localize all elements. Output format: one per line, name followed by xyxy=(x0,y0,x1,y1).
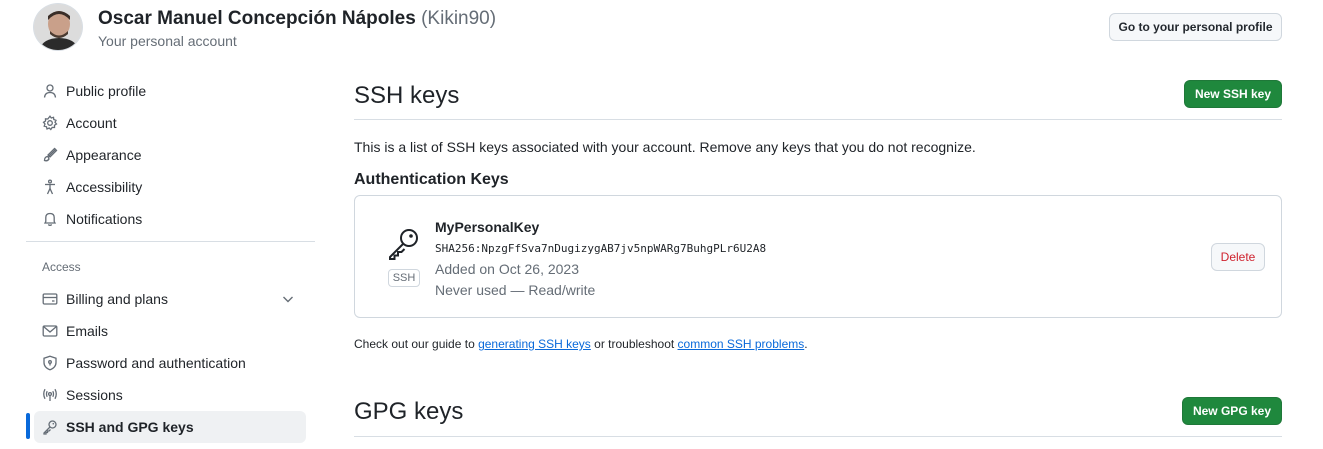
ssh-key-added-date: Added on Oct 26, 2023 xyxy=(435,261,579,277)
paintbrush-icon xyxy=(42,147,58,163)
bell-icon xyxy=(42,211,58,227)
gpg-keys-title: GPG keys xyxy=(354,398,464,425)
key-icon xyxy=(42,419,58,435)
ssh-key-name: MyPersonalKey xyxy=(435,219,540,235)
sidebar-item-label: Accessibility xyxy=(66,179,143,195)
guide-middle: or troubleshoot xyxy=(590,337,678,351)
new-gpg-key-button[interactable]: New GPG key xyxy=(1182,397,1282,425)
sidebar-item-accessibility[interactable]: Accessibility xyxy=(34,171,306,203)
go-to-profile-button[interactable]: Go to your personal profile xyxy=(1109,13,1282,41)
shield-lock-icon xyxy=(42,355,58,371)
account-subtitle: Your personal account xyxy=(98,33,237,49)
user-full-name: Oscar Manuel Concepción Nápoles xyxy=(98,8,416,29)
gear-icon xyxy=(42,115,58,131)
sidebar-item-account[interactable]: Account xyxy=(34,107,306,139)
person-icon xyxy=(42,83,58,99)
delete-ssh-key-button[interactable]: Delete xyxy=(1211,243,1265,271)
sidebar-item-label: Billing and plans xyxy=(66,291,168,307)
sidebar-item-emails[interactable]: Emails xyxy=(34,315,306,347)
authentication-keys-heading: Authentication Keys xyxy=(354,171,509,188)
ssh-description: This is a list of SSH keys associated wi… xyxy=(354,139,976,155)
sidebar-item-password-authentication[interactable]: Password and authentication xyxy=(34,347,306,379)
sidebar-item-label: Sessions xyxy=(66,387,123,403)
mail-icon xyxy=(42,323,58,339)
sidebar-divider xyxy=(26,241,315,242)
sidebar-item-label: Appearance xyxy=(66,147,142,163)
ssh-key-fingerprint: SHA256:NpzgFfSva7nDugizygAB7jv5npWARg7Bu… xyxy=(435,242,767,255)
sidebar-item-label: SSH and GPG keys xyxy=(66,419,194,435)
guide-prefix: Check out our guide to xyxy=(354,337,479,351)
active-indicator xyxy=(26,413,30,439)
ssh-keys-title: SSH keys xyxy=(354,82,460,109)
accessibility-icon xyxy=(42,179,58,195)
sidebar-item-notifications[interactable]: Notifications xyxy=(34,203,306,235)
key-icon xyxy=(387,226,421,265)
sidebar-item-public-profile[interactable]: Public profile xyxy=(34,75,306,107)
sidebar-item-label: Public profile xyxy=(66,83,147,99)
ssh-section-divider xyxy=(354,119,1282,120)
user-handle: (Kikin90) xyxy=(421,8,497,29)
common-ssh-problems-link[interactable]: common SSH problems xyxy=(678,337,805,351)
broadcast-icon xyxy=(42,387,58,403)
sidebar-item-label: Emails xyxy=(66,323,109,339)
sidebar-item-ssh-gpg-keys[interactable]: SSH and GPG keys xyxy=(34,411,306,443)
ssh-key-usage: Never used — Read/write xyxy=(435,282,596,298)
sidebar-item-sessions[interactable]: Sessions xyxy=(34,379,306,411)
sidebar-item-appearance[interactable]: Appearance xyxy=(34,139,306,171)
chevron-down-icon[interactable] xyxy=(280,291,296,312)
ssh-guide-note: Check out our guide to generating SSH ke… xyxy=(354,337,808,351)
sidebar-item-label: Notifications xyxy=(66,211,143,227)
sidebar-item-label: Account xyxy=(66,115,117,131)
ssh-key-list-item: SSH MyPersonalKey SHA256:NpzgFfSva7nDugi… xyxy=(354,195,1282,318)
gpg-section-divider xyxy=(354,436,1282,437)
guide-suffix: . xyxy=(804,337,808,351)
credit-card-icon xyxy=(42,291,58,307)
sidebar-heading-access: Access xyxy=(42,260,81,274)
sidebar-item-label: Password and authentication xyxy=(66,355,246,371)
sidebar-item-billing[interactable]: Billing and plans xyxy=(34,283,306,315)
settings-page: Oscar Manuel Concepción Nápoles (Kikin90… xyxy=(0,0,1323,449)
ssh-type-badge: SSH xyxy=(387,269,421,287)
generating-ssh-keys-link[interactable]: generating SSH keys xyxy=(478,337,591,351)
avatar[interactable] xyxy=(33,3,83,51)
new-ssh-key-button[interactable]: New SSH key xyxy=(1184,80,1282,108)
user-display-name: Oscar Manuel Concepción Nápoles (Kikin90… xyxy=(98,8,496,30)
ssh-key-icon-group: SSH xyxy=(386,226,422,287)
